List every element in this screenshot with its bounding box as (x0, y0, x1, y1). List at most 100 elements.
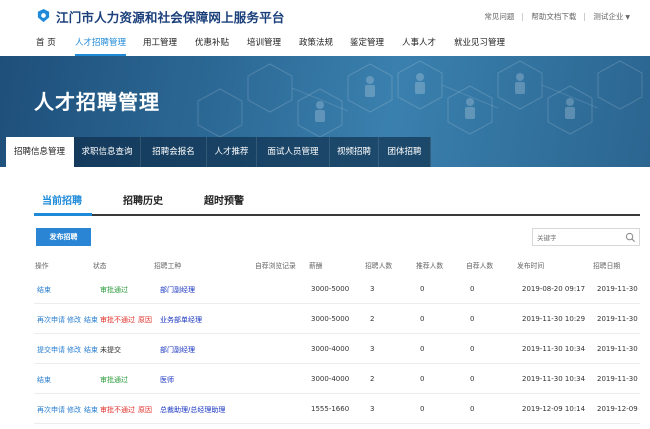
search-box (532, 228, 640, 246)
nav-appraisal[interactable]: 鉴定管理 (350, 32, 384, 56)
published-time: 2019-11-30 10:34 (522, 345, 586, 353)
published-time: 2019-11-30 10:34 (522, 375, 586, 383)
account-menu[interactable]: 测试企业 ▼ (593, 11, 630, 22)
subnav-video[interactable]: 视频招聘 (330, 137, 379, 167)
tab-current[interactable]: 当前招聘 (42, 192, 82, 207)
nav-personnel[interactable]: 人事人才 (402, 32, 436, 56)
account-name: 测试企业 (593, 12, 624, 21)
self-count[interactable]: 0 (470, 285, 474, 293)
active-tab-indicator (34, 213, 92, 216)
published-time: 2019-08-20 09:17 (522, 285, 586, 293)
tab-overdue[interactable]: 超时预警 (204, 192, 244, 207)
table-row: 提交申请 修改 结束 未提交 部门副经理 3000-4000 3 0 0 201… (34, 334, 640, 364)
subnav-talent-recommend[interactable]: 人才推荐 (207, 137, 257, 167)
table-row: 结束 审批通过 部门副经理 3000-5000 3 0 0 2019-08-20… (34, 274, 640, 304)
end-link[interactable]: 结束 (84, 315, 98, 325)
recommended-count[interactable]: 0 (420, 285, 424, 293)
col-header-views: 自荐浏览记录 (255, 262, 296, 270)
main-nav: 首 页 人才招聘管理 用工管理 优惠补贴 培训管理 政策法规 鉴定管理 人事人才… (0, 32, 650, 56)
subnav-group[interactable]: 团体招聘 (379, 137, 431, 167)
recommended-count[interactable]: 0 (420, 405, 424, 413)
edit-link[interactable]: 修改 (67, 345, 81, 355)
hires-count: 2 (370, 315, 375, 323)
published-time: 2019-11-30 10:29 (522, 315, 586, 323)
hires-count: 3 (370, 345, 375, 353)
recommended-count[interactable]: 0 (420, 345, 424, 353)
self-count[interactable]: 0 (470, 315, 474, 323)
job-title-link[interactable]: 总裁助理/总经理助理 (160, 405, 225, 415)
subnav-interview[interactable]: 面试人员管理 (257, 137, 330, 167)
search-icon[interactable] (625, 232, 636, 243)
end-link[interactable]: 结束 (37, 285, 51, 295)
job-title-link[interactable]: 部门副经理 (160, 345, 195, 355)
salary: 3000-4000 (311, 375, 350, 383)
table-row: 结束 审批通过 医师 3000-4000 2 0 0 2019-11-30 10… (34, 364, 640, 394)
job-title-link[interactable]: 业务部单经理 (160, 315, 202, 325)
recommended-count[interactable]: 0 (420, 375, 424, 383)
status-badge: 未提交 (100, 346, 121, 354)
nav-recruitment[interactable]: 人才招聘管理 (75, 32, 127, 56)
reason-link[interactable]: 原因 (138, 315, 152, 325)
recommended-count[interactable]: 0 (420, 315, 424, 323)
status-badge: 审批不通过 (100, 406, 135, 414)
hires-count: 3 (370, 285, 375, 293)
table-row: 再次申请 修改 结束 审批不通过 原因 总裁助理/总经理助理 1555-1660… (34, 394, 640, 424)
status-badge: 审批通过 (100, 286, 128, 294)
site-title: 江门市人力资源和社会保障网上服务平台 (56, 10, 285, 25)
nav-policy[interactable]: 政策法规 (299, 32, 333, 56)
reason-link[interactable]: 原因 (138, 405, 152, 415)
divider (584, 12, 586, 21)
col-header-job: 招聘工种 (154, 262, 182, 270)
reapply-link[interactable]: 再次申请 (37, 315, 65, 325)
subnav-job-info[interactable]: 招聘信息管理 (6, 137, 74, 167)
col-header-salary: 薪酬 (309, 262, 323, 270)
edit-link[interactable]: 修改 (67, 405, 81, 415)
reapply-link[interactable]: 再次申请 (37, 405, 65, 415)
top-header: 江门市人力资源和社会保障网上服务平台 常见问题 帮助文档下载 测试企业 ▼ (0, 0, 650, 32)
page-title: 人才招聘管理 (34, 90, 160, 114)
col-header-status: 状态 (93, 262, 107, 270)
subnav-job-fair[interactable]: 招聘会报名 (141, 137, 207, 167)
salary: 3000-4000 (311, 345, 350, 353)
col-header-actions: 操作 (35, 262, 49, 270)
end-link[interactable]: 结束 (37, 375, 51, 385)
nav-training[interactable]: 培训管理 (247, 32, 281, 56)
col-header-recommended: 推荐人数 (416, 262, 444, 270)
salary: 3000-5000 (311, 285, 350, 293)
col-header-published: 发布时间 (517, 262, 545, 270)
recruit-date: 2019-11-30 (597, 345, 638, 353)
nav-employment[interactable]: 用工管理 (143, 32, 177, 56)
table-row: 再次申请 修改 结束 审批不通过 原因 业务部单经理 3000-5000 2 0… (34, 304, 640, 334)
published-time: 2019-12-09 10:14 (522, 405, 586, 413)
recruit-date: 2019-12-09 (597, 405, 638, 413)
edit-link[interactable]: 修改 (67, 315, 81, 325)
chevron-down-icon: ▼ (625, 14, 630, 21)
divider (522, 12, 524, 21)
hires-count: 2 (370, 375, 375, 383)
top-links: 常见问题 帮助文档下载 测试企业 ▼ (484, 11, 630, 22)
end-link[interactable]: 结束 (84, 345, 98, 355)
recruit-date: 2019-11-30 (597, 315, 638, 323)
publish-job-button[interactable]: 发布招聘 (36, 228, 91, 246)
subnav-job-seeker-query[interactable]: 求职信息查询 (74, 137, 141, 167)
content-tabs: 当前招聘 招聘历史 超时预警 (34, 186, 640, 216)
nav-internship[interactable]: 就业见习管理 (454, 32, 505, 56)
help-download-link[interactable]: 帮助文档下载 (531, 11, 576, 22)
faq-link[interactable]: 常见问题 (484, 11, 514, 22)
self-count[interactable]: 0 (470, 405, 474, 413)
self-count[interactable]: 0 (470, 375, 474, 383)
end-link[interactable]: 结束 (84, 405, 98, 415)
job-title-link[interactable]: 部门副经理 (160, 285, 195, 295)
self-count[interactable]: 0 (470, 345, 474, 353)
logo-icon (37, 8, 50, 23)
col-header-hires: 招聘人数 (365, 262, 393, 270)
nav-subsidy[interactable]: 优惠补贴 (195, 32, 229, 56)
col-header-self: 自荐人数 (466, 262, 494, 270)
submit-link[interactable]: 提交申请 (37, 345, 65, 355)
hires-count: 3 (370, 405, 375, 413)
search-input[interactable] (537, 231, 625, 244)
job-title-link[interactable]: 医师 (160, 375, 174, 385)
salary: 1555-1660 (311, 405, 350, 413)
tab-history[interactable]: 招聘历史 (123, 192, 163, 207)
nav-home[interactable]: 首 页 (36, 32, 56, 56)
